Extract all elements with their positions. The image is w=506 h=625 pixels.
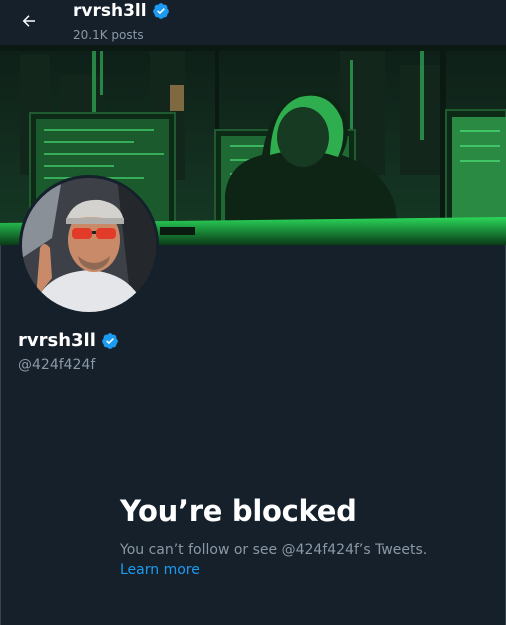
header-display-name: rvrsh3ll: [73, 1, 147, 21]
blocked-description: You can’t follow or see @424f424f’s Twee…: [120, 540, 465, 580]
header-title: rvrsh3ll: [73, 1, 170, 21]
display-name-text: rvrsh3ll: [18, 330, 96, 351]
blocked-description-text: You can’t follow or see @424f424f’s Twee…: [120, 542, 428, 558]
profile-handle: @424f424f: [18, 357, 96, 373]
arrow-left-icon: [22, 15, 35, 27]
verified-badge-icon: [152, 3, 169, 19]
profile-header: rvrsh3ll 20.1K posts: [0, 0, 506, 45]
profile-display-name: rvrsh3ll: [18, 330, 119, 351]
avatar-image: [22, 178, 156, 312]
learn-more-link[interactable]: Learn more: [120, 562, 200, 578]
back-button[interactable]: [14, 6, 44, 36]
avatar[interactable]: [19, 175, 159, 315]
verified-badge-icon[interactable]: [101, 332, 119, 350]
blocked-title: You’re blocked: [120, 494, 357, 528]
post-count: 20.1K posts: [73, 28, 144, 42]
